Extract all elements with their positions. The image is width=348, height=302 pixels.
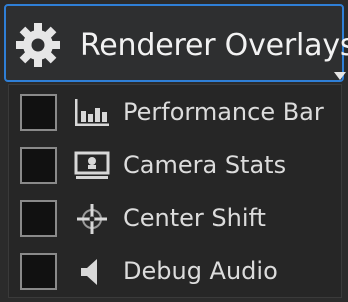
- checkbox[interactable]: [20, 147, 57, 184]
- checkbox[interactable]: [20, 200, 57, 237]
- checkbox[interactable]: [20, 253, 57, 290]
- overlay-menu: Performance Bar Camera Stats Center Shif…: [8, 84, 342, 298]
- menu-item-label: Debug Audio: [123, 257, 278, 285]
- menu-item-label: Performance Bar: [123, 98, 324, 126]
- menu-item-debug-audio[interactable]: Debug Audio: [9, 246, 343, 299]
- renderer-overlays-dropdown[interactable]: Renderer Overlays: [4, 4, 348, 82]
- crosshair-icon: [77, 204, 107, 234]
- checkbox[interactable]: [20, 94, 57, 131]
- monitor-icon: [74, 151, 110, 179]
- menu-item-center-shift[interactable]: Center Shift: [9, 193, 343, 246]
- menu-item-label: Center Shift: [123, 204, 266, 232]
- menu-item-performance-bar[interactable]: Performance Bar: [9, 87, 343, 140]
- gear-icon: [16, 23, 60, 67]
- menu-item-camera-stats[interactable]: Camera Stats: [9, 140, 343, 193]
- chevron-down-icon: [334, 72, 346, 80]
- speaker-icon: [81, 259, 97, 285]
- bar-chart-icon: [75, 99, 109, 126]
- dropdown-title: Renderer Overlays: [80, 28, 348, 63]
- menu-item-label: Camera Stats: [123, 151, 287, 179]
